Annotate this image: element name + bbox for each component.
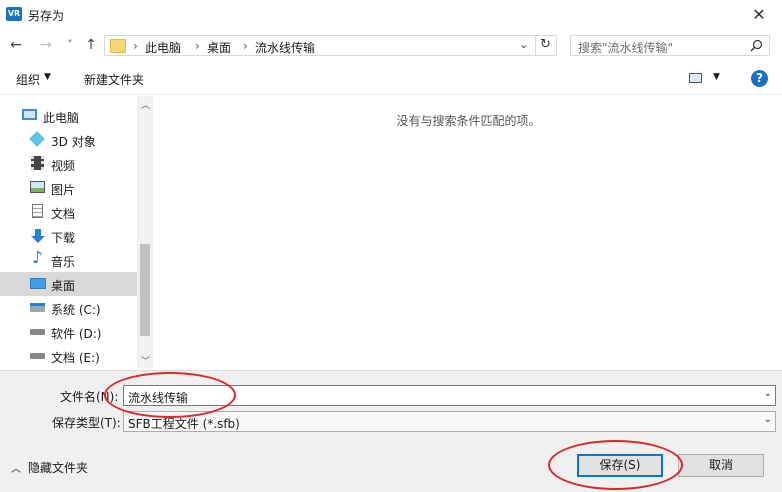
hide-folders-button[interactable]: 隐藏文件夹 [28, 459, 88, 476]
refresh-icon[interactable]: ↻ [540, 37, 551, 52]
computer-icon [22, 109, 37, 120]
command-bar: 组织 ▼ 新建文件夹 ▼ ? [0, 64, 782, 95]
forward-button[interactable]: → [36, 35, 56, 55]
close-button[interactable]: ✕ [736, 0, 782, 30]
view-dropdown-icon[interactable]: ▼ [713, 72, 720, 82]
search-input[interactable]: 搜索"流水线传输" [570, 35, 770, 56]
filename-input[interactable]: 流水线传输 ⌄ [123, 385, 776, 406]
organize-dropdown-icon[interactable]: ▼ [44, 72, 51, 82]
sidebar-item-drive-e[interactable]: 文档 (E:) [0, 344, 137, 368]
desktop-icon [30, 278, 46, 289]
breadcrumb-separator: › [133, 39, 138, 53]
sidebar-item-drive-c[interactable]: 系统 (C:) [0, 296, 137, 320]
sidebar-item-label: 此电脑 [43, 111, 80, 125]
sidebar-item-label: 桌面 [51, 279, 76, 293]
download-icon [31, 229, 45, 243]
sidebar-item-pictures[interactable]: 图片 [0, 176, 137, 200]
breadcrumb-separator: › [243, 39, 248, 53]
save-options-panel: 文件名(N): 流水线传输 ⌄ 保存类型(T): SFB工程文件 (*.sfb)… [0, 370, 782, 492]
folder-icon [110, 39, 126, 53]
scrollbar-thumb[interactable] [140, 244, 150, 336]
scroll-up-icon[interactable]: ︿ [141, 98, 150, 111]
sidebar-item-label: 视频 [51, 159, 76, 173]
navigation-pane: 此电脑 3D 对象 视频 图片 文档 下载 ♪ 音乐 桌面 系统 (C:) 软件… [0, 96, 155, 368]
sidebar-item-music[interactable]: ♪ 音乐 [0, 248, 137, 272]
sidebar-item-video[interactable]: 视频 [0, 152, 137, 176]
back-button[interactable]: ← [6, 35, 26, 55]
drive-e-icon [30, 353, 45, 359]
sidebar-item-drive-d[interactable]: 软件 (D:) [0, 320, 137, 344]
filename-dropdown-icon[interactable]: ⌄ [764, 388, 772, 399]
new-folder-button[interactable]: 新建文件夹 [84, 71, 144, 88]
divider [535, 36, 536, 55]
music-icon: ♪ [32, 248, 43, 268]
help-icon[interactable]: ? [751, 70, 768, 87]
filename-value: 流水线传输 [128, 391, 189, 405]
sidebar-item-label: 下载 [51, 231, 76, 245]
video-icon [31, 156, 44, 170]
up-button[interactable]: ↑ [81, 35, 101, 55]
drive-d-icon [30, 329, 45, 335]
filetype-label: 保存类型(T): [52, 416, 121, 430]
sidebar-item-desktop[interactable]: 桌面 [0, 272, 137, 296]
sidebar-item-label: 图片 [51, 183, 76, 197]
sidebar-item-label: 系统 (C:) [51, 303, 101, 317]
sidebar-item-label: 音乐 [51, 255, 76, 269]
view-icon[interactable] [689, 73, 702, 83]
filetype-value: SFB工程文件 (*.sfb) [128, 417, 240, 431]
window-title: 另存为 [28, 9, 65, 23]
sidebar-item-label: 文档 [51, 207, 76, 221]
sidebar-item-label: 文档 (E:) [51, 351, 100, 365]
sidebar-item-label: 3D 对象 [51, 135, 96, 149]
title-bar: VR 另存为 ✕ [0, 0, 782, 30]
document-icon [32, 204, 43, 218]
drive-c-icon [30, 303, 45, 312]
picture-icon [30, 181, 45, 193]
sidebar-item-downloads[interactable]: 下载 [0, 224, 137, 248]
recent-locations-button[interactable]: ˅ [60, 35, 80, 55]
sidebar-item-documents[interactable]: 文档 [0, 200, 137, 224]
filetype-dropdown-icon[interactable]: ⌄ [764, 414, 772, 425]
3d-objects-icon [29, 131, 45, 147]
sidebar-item-label: 软件 (D:) [51, 327, 102, 341]
breadcrumb-desktop[interactable]: 桌面 [207, 39, 231, 56]
scroll-down-icon[interactable]: ﹀ [141, 354, 150, 367]
search-icon[interactable] [750, 39, 763, 52]
sidebar-item-3d-objects[interactable]: 3D 对象 [0, 128, 137, 152]
address-bar[interactable]: › 此电脑 › 桌面 › 流水线传输 ⌄ ↻ [104, 35, 557, 56]
save-button[interactable]: 保存(S) [577, 454, 663, 477]
chevron-up-icon[interactable]: ︿ [11, 460, 21, 475]
breadcrumb-separator: › [195, 39, 200, 53]
breadcrumb-current-folder[interactable]: 流水线传输 [255, 39, 315, 56]
empty-results-message: 没有与搜索条件匹配的项。 [396, 114, 541, 128]
search-placeholder: 搜索"流水线传输" [578, 41, 674, 55]
cancel-button[interactable]: 取消 [678, 454, 764, 477]
breadcrumb-this-pc[interactable]: 此电脑 [145, 39, 181, 56]
address-dropdown-icon[interactable]: ⌄ [519, 38, 528, 51]
sidebar-item-this-pc[interactable]: 此电脑 [0, 104, 137, 128]
organize-button[interactable]: 组织 [16, 71, 40, 88]
filename-label: 文件名(N): [60, 390, 119, 404]
app-icon: VR [6, 7, 22, 21]
filetype-select[interactable]: SFB工程文件 (*.sfb) ⌄ [123, 411, 776, 432]
